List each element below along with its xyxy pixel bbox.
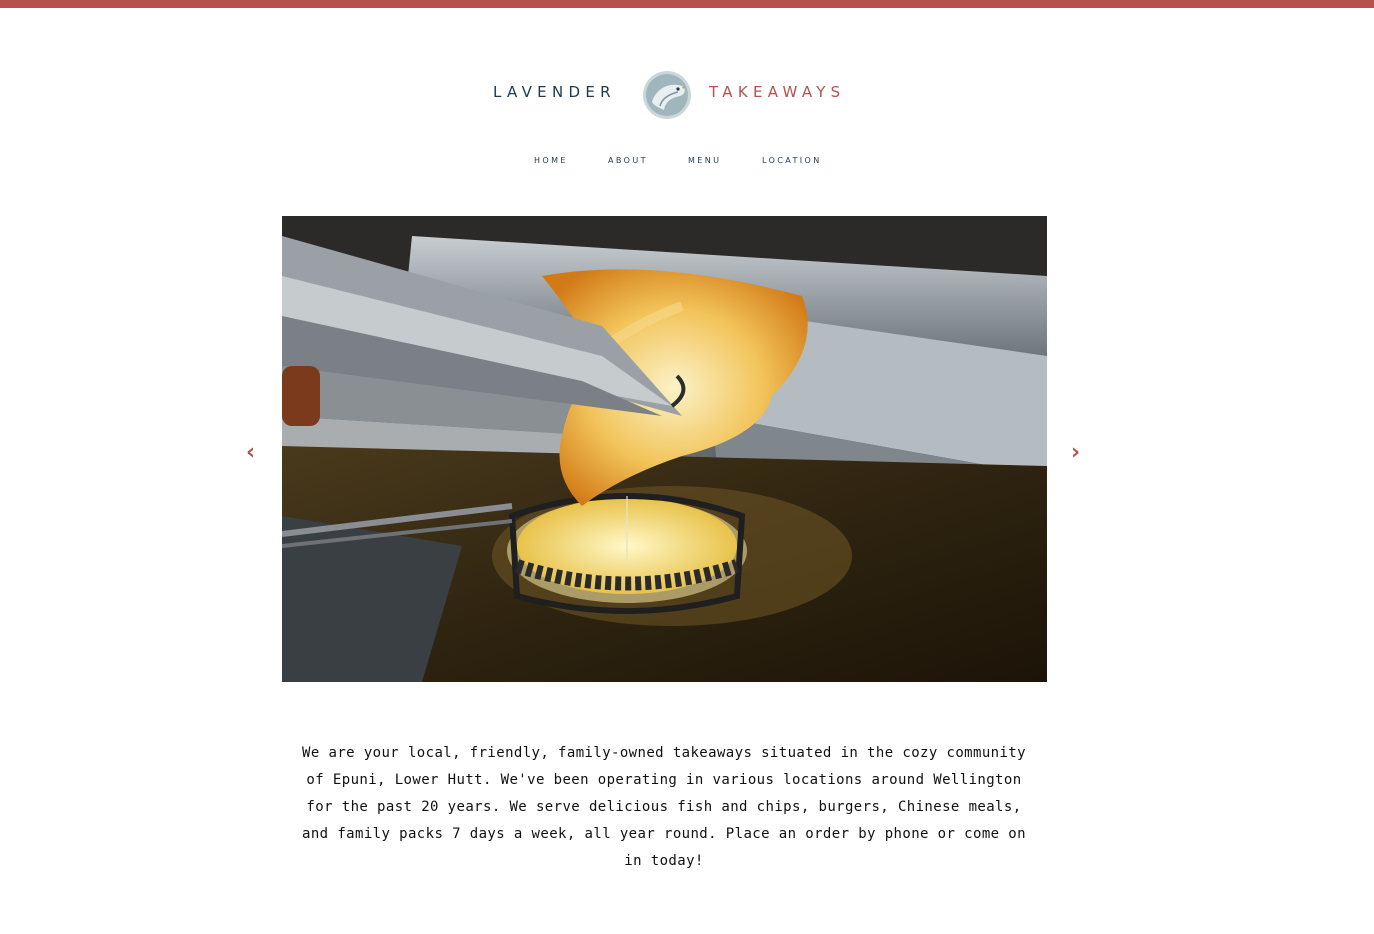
nav-item-home[interactable]: HOME — [534, 155, 568, 167]
carousel-next-button[interactable]: › — [1071, 440, 1080, 466]
top-accent-bar — [0, 0, 1374, 8]
nav-item-location[interactable]: LOCATION — [762, 155, 822, 167]
intro-paragraph: We are your local, friendly, family-owne… — [302, 745, 1026, 869]
fish-circle-logo-icon[interactable] — [642, 70, 692, 120]
hero-carousel-image — [282, 216, 1047, 682]
site-header: LAVENDER TAKEAWAYS — [0, 70, 1374, 122]
nav-item-menu[interactable]: MENU — [688, 155, 721, 167]
brand-name-left[interactable]: LAVENDER — [493, 82, 616, 102]
nav-item-about[interactable]: ABOUT — [608, 155, 648, 167]
main-nav: HOME ABOUT MENU LOCATION — [0, 155, 1374, 169]
carousel-prev-button[interactable]: ‹ — [246, 440, 255, 466]
fish-frying-photo — [282, 216, 1047, 682]
brand-name-right[interactable]: TAKEAWAYS — [709, 82, 846, 102]
